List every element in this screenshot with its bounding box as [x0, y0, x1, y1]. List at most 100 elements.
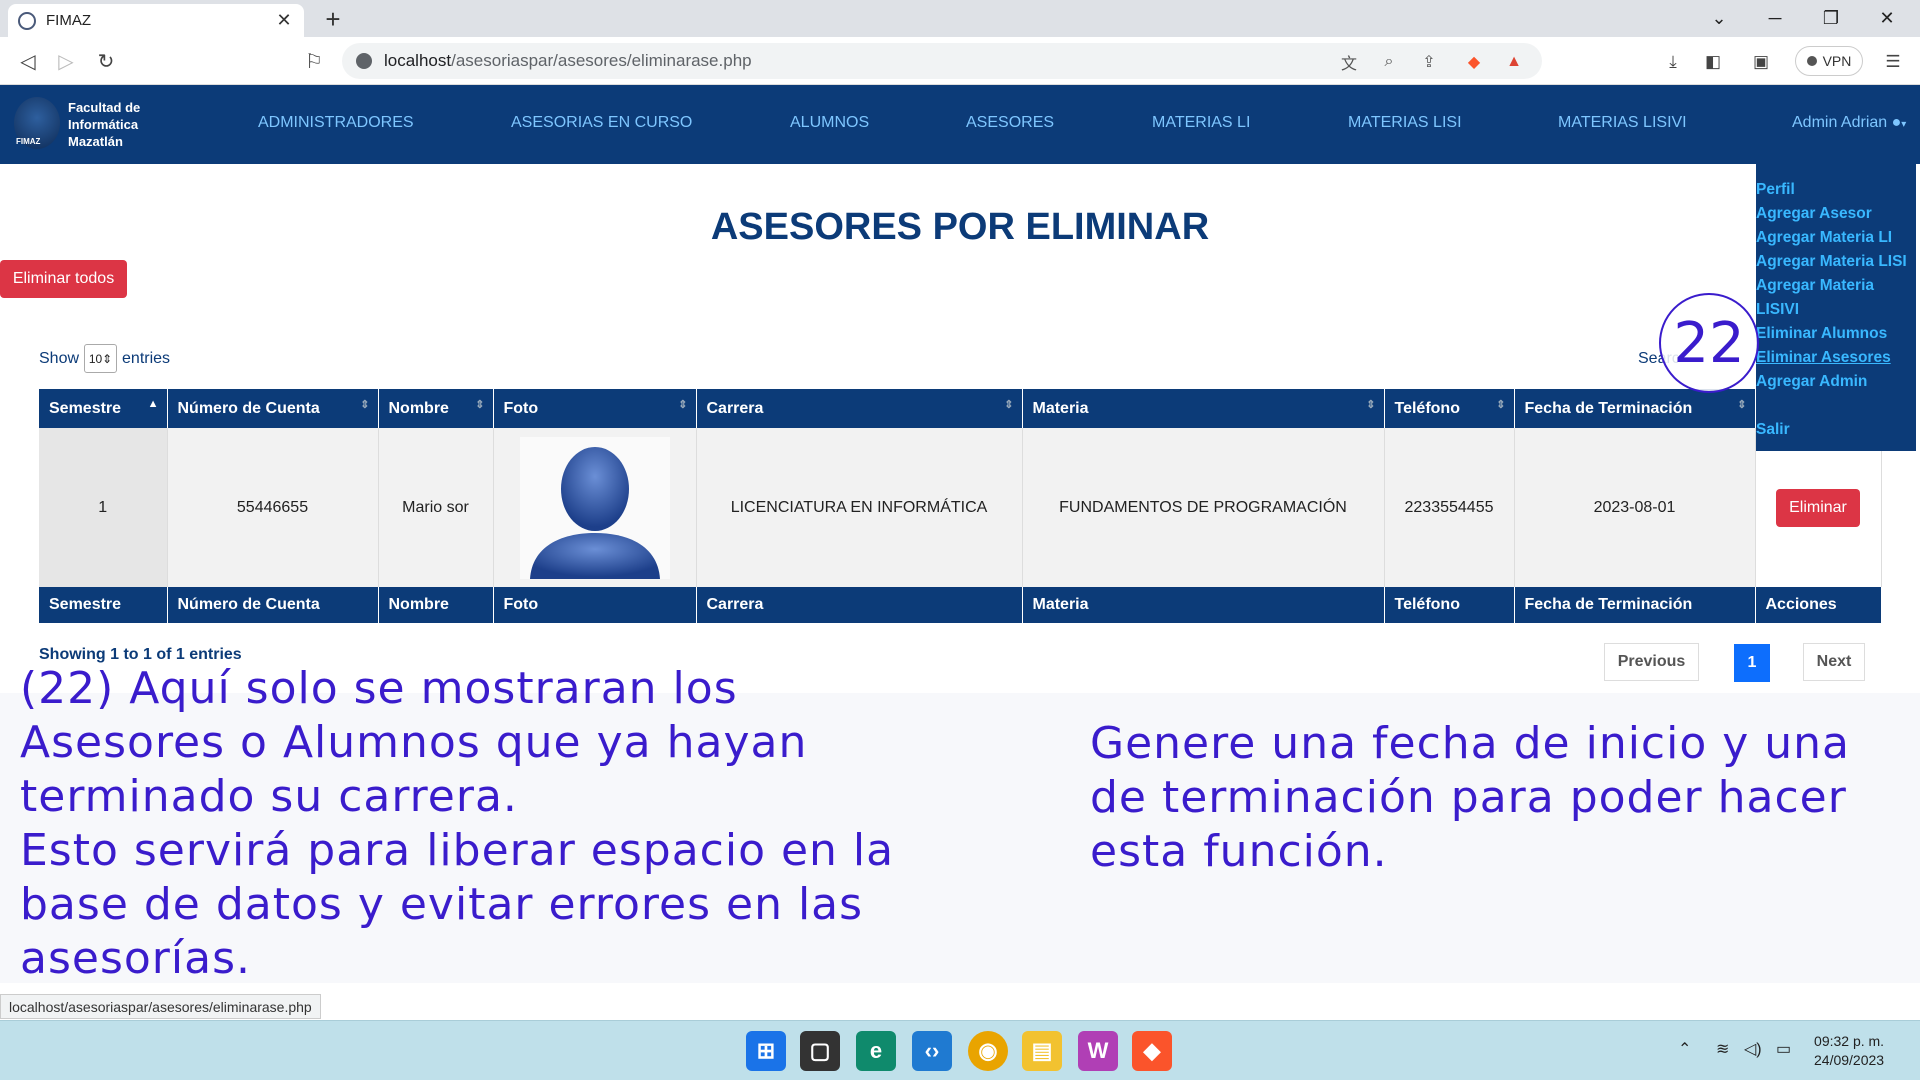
- asesores-table: Semestre ▲ Número de Cuenta ⇕ Nombre ⇕ Foto…: [39, 389, 1882, 623]
- header-carrera[interactable]: Carrera ⇕: [696, 389, 1023, 428]
- battery-icon[interactable]: ▭: [1776, 1039, 1791, 1059]
- footer-telefono: Teléfono: [1384, 587, 1515, 623]
- brave-rewards-icon[interactable]: ▲: [1502, 51, 1526, 73]
- header-telefono[interactable]: Teléfono ⇕: [1384, 389, 1515, 428]
- footer-materia: Materia: [1022, 587, 1385, 623]
- brave-shields-icon[interactable]: ◆: [1462, 51, 1486, 73]
- page-1-button[interactable]: 1: [1734, 644, 1770, 682]
- site-info-icon[interactable]: [356, 53, 372, 69]
- close-tab-icon[interactable]: ✕: [274, 10, 294, 31]
- menu-eliminar-alumnos[interactable]: Eliminar Alumnos: [1756, 322, 1916, 346]
- start-icon[interactable]: ⊞: [746, 1031, 786, 1071]
- header-nombre[interactable]: Nombre ⇕: [378, 389, 494, 428]
- address-bar[interactable]: localhost/asesoriaspar/asesores/eliminar…: [342, 43, 1542, 79]
- tab-search-chevron-icon[interactable]: ⌄: [1696, 0, 1742, 37]
- header-cuenta[interactable]: Número de Cuenta ⇕: [167, 389, 379, 428]
- taskbar: ⊞ ▢ e ‹› ◉ ▤ W ◆ ⌃ ≋ ◁) ▭ 09:32 p. m. 24…: [0, 1020, 1920, 1080]
- downloads-icon[interactable]: ⤓: [1660, 49, 1686, 75]
- menu-agregar-materia-li[interactable]: Agregar Materia LI: [1756, 226, 1916, 250]
- site-navbar: FIMAZ Facultad de Informática Mazatlán A…: [0, 85, 1920, 164]
- brave-icon[interactable]: ◆: [1132, 1031, 1172, 1071]
- minimize-icon[interactable]: ─: [1752, 0, 1798, 37]
- zoom-icon[interactable]: ⌕: [1377, 51, 1401, 73]
- page-length-control: Show 10 ⇕ entries: [39, 344, 170, 373]
- file-explorer-icon[interactable]: ▤: [1022, 1031, 1062, 1071]
- footer-carrera: Carrera: [696, 587, 1023, 623]
- wallet-icon[interactable]: ▣: [1748, 49, 1774, 75]
- back-icon[interactable]: ◁: [14, 47, 42, 75]
- menu-eliminar-asesores[interactable]: Eliminar Asesores: [1756, 346, 1916, 370]
- nav-alumnos[interactable]: ALUMNOS: [790, 114, 869, 132]
- wifi-icon[interactable]: ≋: [1716, 1039, 1729, 1059]
- annotation-right-note: Genere una fecha de inicio y una de term…: [1090, 718, 1851, 877]
- footer-semestre: Semestre: [39, 587, 168, 623]
- caret-down-icon: ▾: [1901, 119, 1907, 130]
- nav-materias-lisi[interactable]: MATERIAS LISI: [1348, 114, 1462, 132]
- footer-acciones: Acciones: [1755, 587, 1882, 623]
- menu-agregar-materia-lisi[interactable]: Agregar Materia LISI: [1756, 250, 1916, 274]
- next-button[interactable]: Next: [1803, 643, 1865, 681]
- menu-icon[interactable]: ☰: [1880, 49, 1906, 75]
- eliminar-button[interactable]: Eliminar: [1776, 488, 1860, 527]
- nav-asesores[interactable]: ASESORES: [966, 114, 1054, 132]
- reload-icon[interactable]: ↻: [92, 47, 120, 75]
- tray-chevron-icon[interactable]: ⌃: [1678, 1039, 1691, 1059]
- user-name: Admin Adrian: [1792, 114, 1888, 131]
- previous-button[interactable]: Previous: [1604, 643, 1699, 681]
- clock-time: 09:32 p. m.: [1814, 1033, 1885, 1049]
- tab-title: FIMAZ: [46, 12, 91, 29]
- vpn-button[interactable]: VPN: [1795, 46, 1863, 76]
- user-icon: ●: [1891, 114, 1902, 131]
- translate-icon[interactable]: 文: [1337, 51, 1361, 73]
- system-clock[interactable]: 09:32 p. m. 24/09/2023: [1814, 1032, 1884, 1070]
- vscode-icon[interactable]: ‹›: [912, 1031, 952, 1071]
- user-menu-toggle[interactable]: Admin Adrian ●▾: [1792, 114, 1906, 132]
- header-foto[interactable]: Foto ⇕: [493, 389, 697, 428]
- bookmark-icon[interactable]: ⚐: [300, 47, 328, 75]
- delete-all-button[interactable]: Eliminar todos: [0, 260, 127, 298]
- vpn-label: VPN: [1822, 53, 1852, 69]
- sort-asc-icon: ▲: [147, 398, 159, 410]
- cell-nombre: Mario sor: [378, 428, 494, 587]
- cell-materia: FUNDAMENTOS DE PROGRAMACIÓN: [1022, 428, 1385, 587]
- forward-icon[interactable]: ▷: [52, 47, 80, 75]
- cell-cuenta: 55446655: [167, 428, 379, 587]
- browser-tab[interactable]: FIMAZ ✕: [8, 4, 304, 37]
- brand-name[interactable]: Facultad de Informática Mazatlán: [68, 99, 140, 150]
- close-window-icon[interactable]: ✕: [1864, 0, 1910, 37]
- menu-salir[interactable]: Salir: [1756, 418, 1916, 442]
- page-length-select[interactable]: 10 ⇕: [84, 344, 118, 373]
- menu-perfil[interactable]: Perfil: [1756, 178, 1916, 202]
- nav-materias-lisivi[interactable]: MATERIAS LISIVI: [1558, 114, 1687, 132]
- footer-nombre: Nombre: [378, 587, 494, 623]
- cell-carrera: LICENCIATURA EN INFORMÁTICA: [696, 428, 1023, 587]
- nav-administradores[interactable]: ADMINISTRADORES: [258, 114, 414, 132]
- header-semestre[interactable]: Semestre ▲: [39, 389, 168, 428]
- sidebar-icon[interactable]: ◧: [1700, 49, 1726, 75]
- chrome-icon[interactable]: ◉: [968, 1031, 1008, 1071]
- header-fecha[interactable]: Fecha de Terminación ⇕: [1514, 389, 1756, 428]
- wps-icon[interactable]: W: [1078, 1031, 1118, 1071]
- user-dropdown-menu: Perfil Agregar Asesor Agregar Materia LI…: [1756, 148, 1916, 451]
- cell-acciones: Eliminar: [1755, 428, 1882, 587]
- cell-semestre: 1: [39, 428, 168, 587]
- sort-icon: ⇕: [1004, 399, 1014, 411]
- nav-asesorias-en-curso[interactable]: ASESORIAS EN CURSO: [511, 114, 692, 132]
- restore-icon[interactable]: ❐: [1808, 0, 1854, 37]
- volume-icon[interactable]: ◁): [1744, 1039, 1762, 1059]
- page-title: ASESORES POR ELIMINAR: [710, 206, 1210, 248]
- nav-materias-li[interactable]: MATERIAS LI: [1152, 114, 1250, 132]
- menu-agregar-materia-lisivi[interactable]: Agregar Materia LISIVI: [1756, 274, 1916, 322]
- header-materia[interactable]: Materia ⇕: [1022, 389, 1385, 428]
- footer-fecha: Fecha de Terminación: [1514, 587, 1756, 623]
- browser-toolbar: ◁ ▷ ↻ ⚐ localhost/asesoriaspar/asesores/…: [0, 37, 1920, 85]
- task-view-icon[interactable]: ▢: [800, 1031, 840, 1071]
- share-icon[interactable]: ⇪: [1417, 51, 1441, 73]
- clock-date: 24/09/2023: [1814, 1052, 1885, 1068]
- new-tab-icon[interactable]: +: [318, 4, 348, 34]
- logo-text: FIMAZ: [16, 137, 41, 146]
- menu-agregar-asesor[interactable]: Agregar Asesor: [1756, 202, 1916, 226]
- edge-icon[interactable]: e: [856, 1031, 896, 1071]
- menu-agregar-admin[interactable]: Agregar Admin: [1756, 370, 1916, 394]
- cell-telefono: 2233554455: [1384, 428, 1515, 587]
